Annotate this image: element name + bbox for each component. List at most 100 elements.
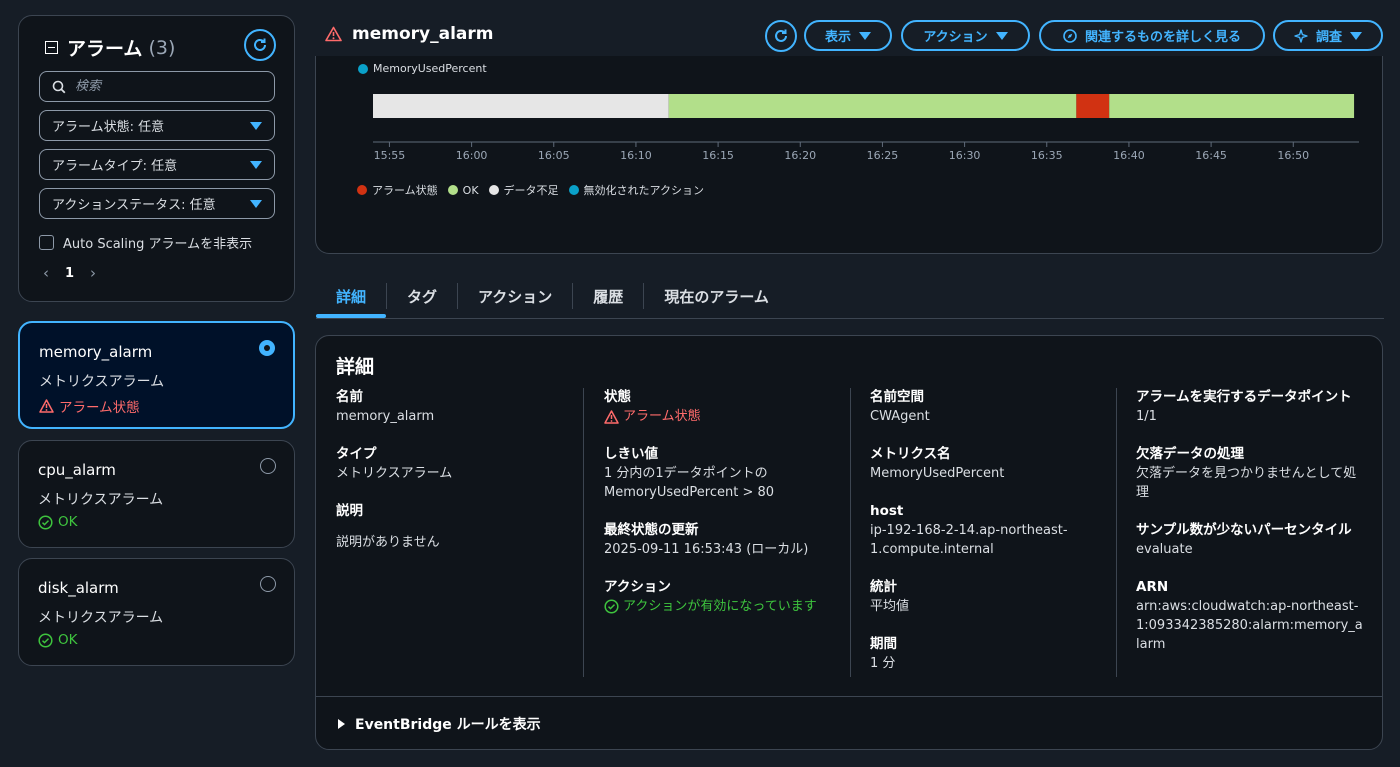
refresh-button[interactable] <box>765 20 797 52</box>
timeline-segment-insufficient <box>373 94 669 118</box>
alarm-status-label: OK <box>58 632 78 648</box>
legend-dot <box>447 185 458 195</box>
filter-alarm-type-label: アラームタイプ: 任意 <box>52 159 178 174</box>
alarm-card-memory[interactable]: memory_alarm メトリクスアラーム アラーム状態 <box>18 321 295 429</box>
investigate-button[interactable]: 調査 <box>1273 20 1383 51</box>
field-label: タイプ <box>336 446 377 462</box>
x-tick-label: 16:45 <box>1195 149 1227 162</box>
alarm-type: メトリクスアラーム <box>39 374 165 390</box>
field-label: 説明 <box>336 503 363 519</box>
alarm-select-radio[interactable] <box>260 458 276 474</box>
alarm-type: メトリクスアラーム <box>38 610 164 626</box>
collapse-icon[interactable] <box>45 41 58 54</box>
action-button[interactable]: アクション <box>901 20 1030 51</box>
alarm-select-radio[interactable] <box>259 340 275 356</box>
display-button-label: 表示 <box>824 30 851 45</box>
alarm-timeline-chart: MemoryUsedPercent 15:55 16:00 16:05 16:10 16… <box>315 56 1383 254</box>
alarm-card-cpu[interactable]: cpu_alarm メトリクスアラーム OK <box>18 440 295 548</box>
page-number[interactable]: 1 <box>65 266 74 281</box>
field-period: 期間 1 分 <box>870 635 1080 673</box>
check-circle-icon <box>604 599 619 614</box>
legend-dot <box>357 185 367 195</box>
filter-action-status-label: アクションステータス: 任意 <box>52 198 216 213</box>
details-column-2: 状態 アラーム状態 しきい値 1 分内の1データポイントの MemoryUsed… <box>604 388 844 635</box>
timeline-segment-ok <box>668 94 1077 118</box>
field-label: 期間 <box>870 636 897 652</box>
search-field[interactable] <box>39 71 275 102</box>
filter-action-status[interactable]: アクションステータス: 任意 <box>39 188 275 219</box>
tab-history[interactable]: 履歴 <box>573 274 643 318</box>
field-value: arn:aws:cloudwatch:ap-northeast-1:093342… <box>1136 599 1363 652</box>
filter-alarm-type[interactable]: アラームタイプ: 任意 <box>39 149 275 180</box>
tab-current-alarms[interactable]: 現在のアラーム <box>644 274 789 318</box>
search-input[interactable] <box>75 79 255 94</box>
field-label: アクション <box>604 579 671 595</box>
field-value: 1 分 <box>870 656 896 671</box>
filter-alarm-state[interactable]: アラーム状態: 任意 <box>39 110 275 141</box>
hide-autoscaling-label: Auto Scaling アラームを非表示 <box>63 237 253 252</box>
field-datapoints: アラームを実行するデータポイント 1/1 <box>1136 388 1368 426</box>
alarm-status: OK <box>38 514 275 530</box>
field-arn: ARN arn:aws:cloudwatch:ap-northeast-1:09… <box>1136 578 1368 654</box>
field-label: host <box>870 503 904 519</box>
alarm-count: (3) <box>148 36 176 59</box>
sparkle-icon <box>1294 28 1308 43</box>
caret-right-icon <box>338 718 345 729</box>
eventbridge-expander[interactable]: EventBridge ルールを表示 <box>316 696 1382 750</box>
field-label: 欠落データの処理 <box>1136 446 1244 462</box>
legend-item-alarm: アラーム状態 <box>357 182 438 198</box>
field-value: 平均値 <box>870 599 910 614</box>
field-namespace: 名前空間 CWAgent <box>870 388 1080 426</box>
alarm-card-disk[interactable]: disk_alarm メトリクスアラーム OK <box>18 558 295 666</box>
page-header: memory_alarm <box>325 24 493 44</box>
related-button-label: 関連するものを詳しく見る <box>1084 30 1241 45</box>
field-label: サンプル数が少ないパーセンタイル <box>1136 522 1352 538</box>
check-circle-icon <box>38 514 53 530</box>
column-divider <box>583 388 584 677</box>
alarm-name: memory_alarm <box>39 343 153 361</box>
actions-value-text: アクションが有効になっています <box>623 599 817 614</box>
chevron-left-icon[interactable]: ‹ <box>43 264 49 282</box>
field-type: タイプ メトリクスアラーム <box>336 445 576 483</box>
panel-title-text: アラーム <box>67 38 143 60</box>
caret-down-icon <box>1350 31 1362 40</box>
x-tick-label: 15:55 <box>374 149 406 162</box>
caret-down-icon <box>250 160 262 169</box>
details-heading: 詳細 <box>336 356 375 378</box>
x-tick-label: 16:20 <box>784 149 816 162</box>
field-missing-data: 欠落データの処理 欠落データを見つかりませんとして処理 <box>1136 445 1368 502</box>
tab-actions[interactable]: アクション <box>458 274 572 318</box>
checkbox-box[interactable] <box>39 235 54 250</box>
hide-autoscaling-checkbox[interactable]: Auto Scaling アラームを非表示 <box>39 233 252 252</box>
state-value: アラーム状態 <box>604 407 844 426</box>
field-value: MemoryUsedPercent <box>870 466 1005 481</box>
alarm-status-label: OK <box>58 514 78 530</box>
refresh-icon <box>775 29 787 42</box>
display-button[interactable]: 表示 <box>804 20 892 51</box>
x-tick-label: 16:35 <box>1031 149 1063 162</box>
field-state: 状態 アラーム状態 <box>604 388 844 426</box>
tab-tags[interactable]: タグ <box>387 274 457 318</box>
field-label: 名前空間 <box>870 389 924 405</box>
tab-details[interactable]: 詳細 <box>316 274 387 318</box>
chevron-right-icon[interactable]: › <box>90 264 96 282</box>
field-metric-name: メトリクス名 MemoryUsedPercent <box>870 445 1080 483</box>
caret-down-icon <box>859 31 871 40</box>
legend-dot <box>488 185 499 195</box>
field-actions: アクション アクションが有効になっています <box>604 578 844 616</box>
related-button[interactable]: 関連するものを詳しく見る <box>1039 20 1265 51</box>
legend-label: OK <box>462 183 479 197</box>
x-tick-label: 16:05 <box>538 149 570 162</box>
alarm-select-radio[interactable] <box>260 576 276 592</box>
legend-label: アラーム状態 <box>372 184 438 197</box>
field-value: 1 分内の1データポイントの MemoryUsedPercent > 80 <box>604 466 775 500</box>
sidebar-refresh-button[interactable] <box>244 29 276 61</box>
field-value: memory_alarm <box>336 409 435 424</box>
alarm-status-label: アラーム状態 <box>59 400 140 416</box>
legend-item-insufficient: データ不足 <box>488 182 559 198</box>
field-value: メトリクスアラーム <box>336 466 453 481</box>
alarm-name: cpu_alarm <box>38 461 116 479</box>
field-value: evaluate <box>1136 542 1193 557</box>
x-tick-label: 16:15 <box>702 149 734 162</box>
caret-down-icon <box>995 31 1008 40</box>
